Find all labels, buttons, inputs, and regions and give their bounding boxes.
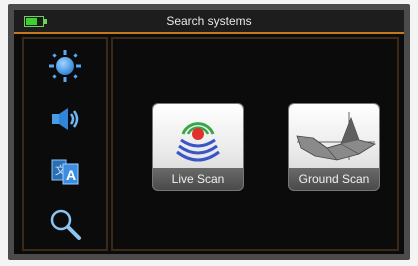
ground-scan-label: Ground Scan bbox=[298, 172, 370, 186]
brightness-icon bbox=[49, 50, 81, 82]
ground-scan-button[interactable]: Ground Scan bbox=[289, 104, 379, 190]
sidebar-item-language[interactable]: 文 A bbox=[24, 147, 106, 197]
screen: Search systems 文 A Live Scan Ground Scan bbox=[14, 10, 404, 254]
title-bar: Search systems bbox=[14, 10, 404, 34]
svg-text:A: A bbox=[66, 167, 76, 183]
search-icon bbox=[50, 209, 81, 240]
sidebar-item-search[interactable] bbox=[24, 199, 106, 249]
live-scan-icon bbox=[176, 122, 220, 162]
speaker-icon bbox=[52, 108, 79, 130]
live-scan-label: Live Scan bbox=[171, 172, 225, 186]
sidebar-item-volume[interactable] bbox=[24, 94, 106, 144]
page-title: Search systems bbox=[166, 14, 252, 28]
sidebar: 文 A bbox=[22, 37, 108, 251]
live-scan-button[interactable]: Live Scan bbox=[153, 104, 243, 190]
device-frame: Search systems 文 A Live Scan Ground Scan bbox=[8, 4, 410, 260]
main-panel: Live Scan Ground Scan bbox=[111, 37, 399, 251]
ground-scan-icon bbox=[296, 112, 377, 161]
sidebar-item-brightness[interactable] bbox=[24, 41, 106, 91]
language-icon: 文 A bbox=[51, 159, 79, 185]
